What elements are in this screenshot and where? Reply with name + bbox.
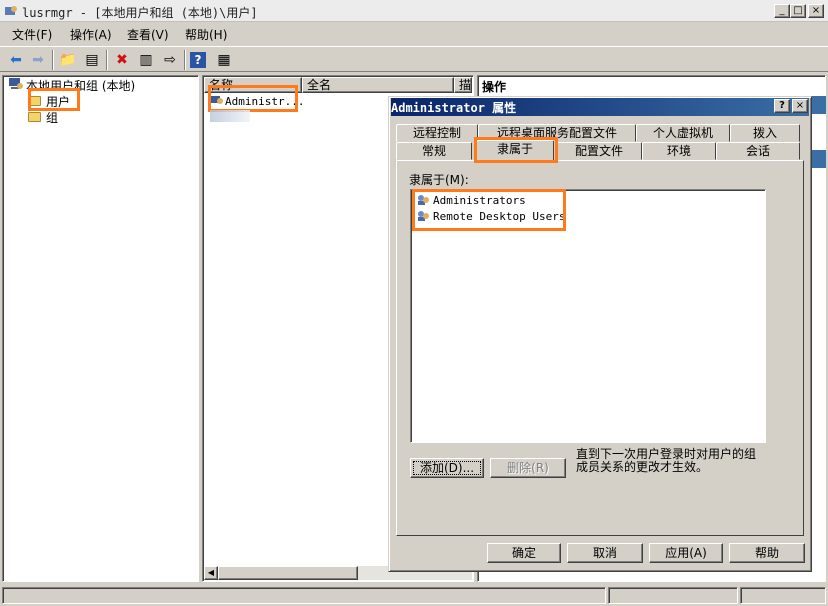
add-button[interactable]: 添加(D)...: [410, 458, 484, 478]
membership-note: 直到下一次用户登录时对用户的组成员关系的更改才生效。: [576, 447, 757, 474]
menu-help[interactable]: 帮助(H): [185, 26, 227, 43]
cancel-button[interactable]: 取消: [567, 543, 643, 563]
toolbar-separator: [52, 50, 54, 70]
column-header-fullname[interactable]: 全名: [302, 77, 454, 93]
user-icon: [210, 110, 250, 122]
dialog-help-button[interactable]: ?: [774, 99, 790, 113]
maximize-button[interactable]: □: [790, 4, 806, 18]
actions-collapse-bar[interactable]: [812, 96, 826, 114]
show-action-pane-icon[interactable]: ▦: [214, 50, 234, 70]
column-header-description[interactable]: 描: [454, 77, 472, 93]
minimize-button[interactable]: _: [774, 4, 790, 18]
scroll-thumb[interactable]: [218, 566, 358, 580]
properties-icon[interactable]: ▥: [136, 50, 156, 70]
delete-icon[interactable]: ✖: [112, 50, 132, 70]
status-panel: [2, 587, 606, 604]
remove-button[interactable]: 删除(R): [490, 458, 566, 478]
apply-button[interactable]: 应用(A): [649, 543, 723, 563]
dialog-title: Administrator 属性: [391, 101, 517, 115]
close-button[interactable]: ×: [808, 4, 824, 18]
window-title: lusrmgr - [本地用户和组 (本地)\用户]: [22, 6, 258, 20]
back-arrow-icon[interactable]: ⬅: [6, 50, 26, 70]
up-folder-icon[interactable]: 📁: [58, 50, 78, 70]
menu-bar: [0, 23, 828, 45]
highlight-administrator: [208, 85, 298, 112]
actions-header: 操作: [482, 80, 507, 94]
toolbar-separator: [106, 50, 108, 70]
help-button[interactable]: 帮助: [729, 543, 805, 563]
show-hide-tree-icon[interactable]: ▤: [82, 50, 102, 70]
dialog-close-button[interactable]: ×: [792, 99, 808, 113]
tree-item-groups[interactable]: 组: [46, 109, 58, 126]
export-list-icon[interactable]: ⇨: [160, 50, 180, 70]
ok-button[interactable]: 确定: [487, 543, 561, 563]
highlight-groups: [412, 189, 566, 231]
menu-action[interactable]: 操作(A): [70, 26, 112, 43]
actions-collapse-bar[interactable]: [812, 150, 826, 168]
app-icon: [4, 4, 18, 18]
computer-icon: [8, 77, 24, 91]
highlight-users: [28, 88, 80, 111]
status-panel: [740, 587, 826, 604]
tree-pane: [2, 75, 199, 582]
menu-file[interactable]: 文件(F): [12, 26, 52, 43]
tab-general[interactable]: 常规: [396, 142, 472, 160]
forward-arrow-icon[interactable]: ➡: [28, 50, 48, 70]
tab-personal-vm[interactable]: 个人虚拟机: [636, 124, 730, 142]
tab-profile[interactable]: 配置文件: [556, 142, 642, 160]
tab-dial-in[interactable]: 拨入: [730, 124, 800, 142]
tab-sessions[interactable]: 会话: [716, 142, 800, 160]
tab-environment[interactable]: 环境: [642, 142, 716, 160]
highlight-member-of-tab: [474, 137, 558, 163]
member-of-label: 隶属于(M):: [409, 173, 469, 187]
help-icon[interactable]: ?: [190, 52, 206, 68]
toolbar-separator: [184, 50, 186, 70]
status-panel: [608, 587, 738, 604]
tab-remote-control[interactable]: 远程控制: [396, 124, 478, 142]
scroll-left-icon[interactable]: ◀: [204, 566, 218, 580]
menu-view[interactable]: 查看(V): [127, 26, 169, 43]
folder-icon: [28, 112, 41, 122]
